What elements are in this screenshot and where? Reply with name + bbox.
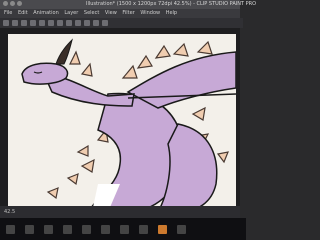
menu-animation[interactable]: Animation [33, 10, 59, 16]
maximize-icon[interactable] [17, 1, 22, 6]
fill-icon[interactable] [57, 20, 63, 26]
window-titlebar: Illustration* (1500 x 1200px 72dpi 42.5%… [0, 0, 256, 9]
media-icon[interactable] [139, 224, 148, 234]
store-icon[interactable] [101, 224, 110, 234]
menu-view[interactable]: View [105, 10, 117, 16]
new-file-icon[interactable] [3, 20, 9, 26]
zoom-readout: 42.5 [4, 209, 16, 215]
ruler-icon[interactable] [102, 20, 108, 26]
menu-file[interactable]: File [4, 10, 12, 16]
dragon-illustration [21, 38, 236, 212]
dragon-head [21, 62, 69, 85]
task-view-icon[interactable] [44, 224, 53, 234]
open-icon[interactable] [12, 20, 18, 26]
save-icon[interactable] [21, 20, 27, 26]
minimize-icon[interactable] [10, 1, 15, 6]
windows-icon[interactable] [6, 224, 15, 234]
browser-icon[interactable] [82, 224, 91, 234]
undo-icon[interactable] [30, 20, 36, 26]
window-title: Illustration* (1500 x 1200px 72dpi 42.5%… [86, 1, 257, 7]
menu-filter[interactable]: Filter [122, 10, 134, 16]
status-bar: 42.5 [0, 206, 240, 218]
close-icon[interactable] [3, 1, 8, 6]
mail-icon[interactable] [120, 224, 129, 234]
settings-icon[interactable] [177, 224, 186, 234]
dragon-horn [55, 38, 73, 65]
menu-select[interactable]: Select [84, 10, 99, 16]
clear-icon[interactable] [48, 20, 54, 26]
search-icon[interactable] [25, 224, 34, 234]
windows-taskbar [0, 218, 246, 240]
clip-studio-icon[interactable] [158, 224, 167, 234]
menu-bar: File Edit Animation Layer Select View Fi… [0, 9, 240, 18]
file-explorer-icon[interactable] [63, 224, 72, 234]
menu-window[interactable]: Window [140, 10, 160, 16]
transform-icon[interactable] [66, 20, 72, 26]
deselect-icon[interactable] [84, 20, 90, 26]
invert-selection-icon[interactable] [93, 20, 99, 26]
menu-help[interactable]: Help [166, 10, 177, 16]
redo-icon[interactable] [39, 20, 45, 26]
selection-icon[interactable] [75, 20, 81, 26]
drawing-canvas[interactable] [8, 34, 236, 212]
menu-edit[interactable]: Edit [18, 10, 28, 16]
command-toolbar [0, 18, 243, 28]
menu-layer[interactable]: Layer [64, 10, 78, 16]
